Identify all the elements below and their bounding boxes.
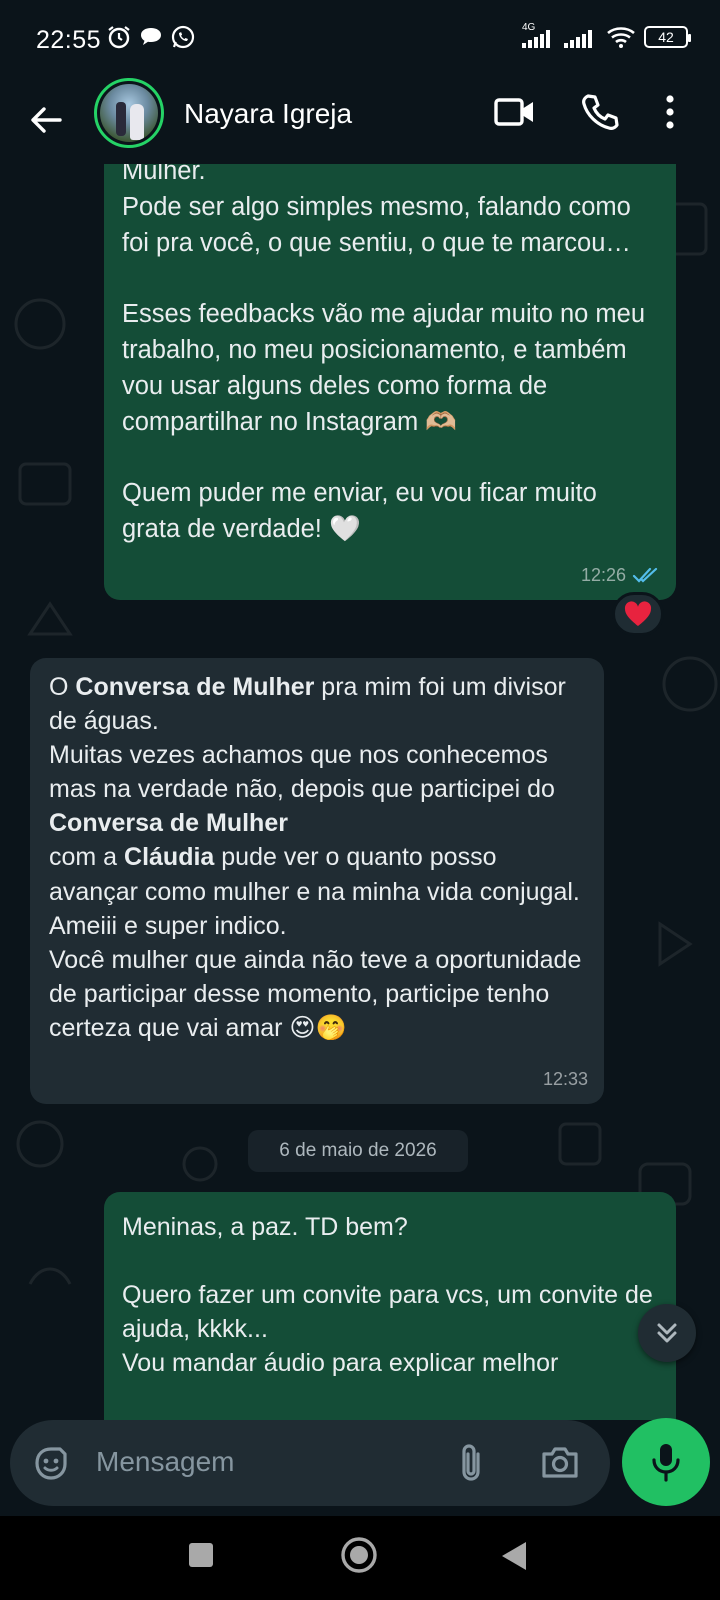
- contact-name[interactable]: Nayara Igreja: [184, 98, 352, 130]
- outgoing-message[interactable]: Mulher. Pode ser algo simples mesmo, fal…: [104, 164, 676, 600]
- message-time: 12:33: [542, 1069, 588, 1089]
- chat-area[interactable]: Mulher. Pode ser algo simples mesmo, fal…: [0, 164, 720, 1420]
- system-nav-bar: [0, 1516, 720, 1600]
- heart-icon: [624, 601, 652, 626]
- back-arrow-icon[interactable]: [24, 98, 68, 142]
- signal-icon: [564, 30, 592, 48]
- video-call-icon[interactable]: [494, 94, 536, 130]
- message-input-bar: Mensagem: [10, 1420, 610, 1506]
- outgoing-message[interactable]: Meninas, a paz. TD bem? Quero fazer um c…: [104, 1192, 676, 1420]
- double-chevron-down-icon: [657, 1323, 677, 1343]
- mic-button[interactable]: [622, 1418, 710, 1506]
- recents-square-icon[interactable]: [188, 1542, 214, 1568]
- attach-icon[interactable]: [456, 1442, 486, 1484]
- mic-icon: [652, 1444, 680, 1482]
- chat-header: Nayara Igreja: [0, 78, 720, 164]
- message-time: 12:26: [580, 565, 626, 585]
- message-input[interactable]: Mensagem: [96, 1446, 235, 1478]
- chat-bubble-icon: [141, 28, 161, 45]
- whatsapp-icon: [171, 25, 195, 49]
- phone-icon[interactable]: [580, 92, 620, 132]
- incoming-message[interactable]: O Conversa de Mulher pra mim foi um divi…: [30, 658, 604, 1104]
- read-ticks-icon: [632, 567, 658, 583]
- reaction-badge[interactable]: [612, 592, 664, 636]
- date-separator: 6 de maio de 2026: [248, 1130, 468, 1172]
- status-time: 22:55: [36, 26, 102, 54]
- more-vert-icon[interactable]: [664, 94, 676, 130]
- network-type-label: 4G: [522, 22, 536, 33]
- wifi-icon: [607, 27, 635, 48]
- home-circle-icon[interactable]: [340, 1536, 378, 1574]
- avatar[interactable]: [94, 78, 164, 148]
- status-bar: 22:55 4G 42: [0, 0, 720, 78]
- alarm-icon: [108, 26, 130, 49]
- back-triangle-icon[interactable]: [500, 1540, 528, 1572]
- scroll-to-bottom-button[interactable]: [638, 1304, 696, 1362]
- sticker-icon[interactable]: [32, 1444, 70, 1482]
- message-text: Meninas, a paz. TD bem? Quero fazer um c…: [122, 1213, 653, 1377]
- camera-icon[interactable]: [540, 1444, 580, 1480]
- message-text: O Conversa de Mulher pra mim foi um divi…: [49, 673, 582, 1042]
- message-text: Mulher. Pode ser algo simples mesmo, fal…: [122, 164, 646, 543]
- battery-icon: 42: [644, 26, 691, 48]
